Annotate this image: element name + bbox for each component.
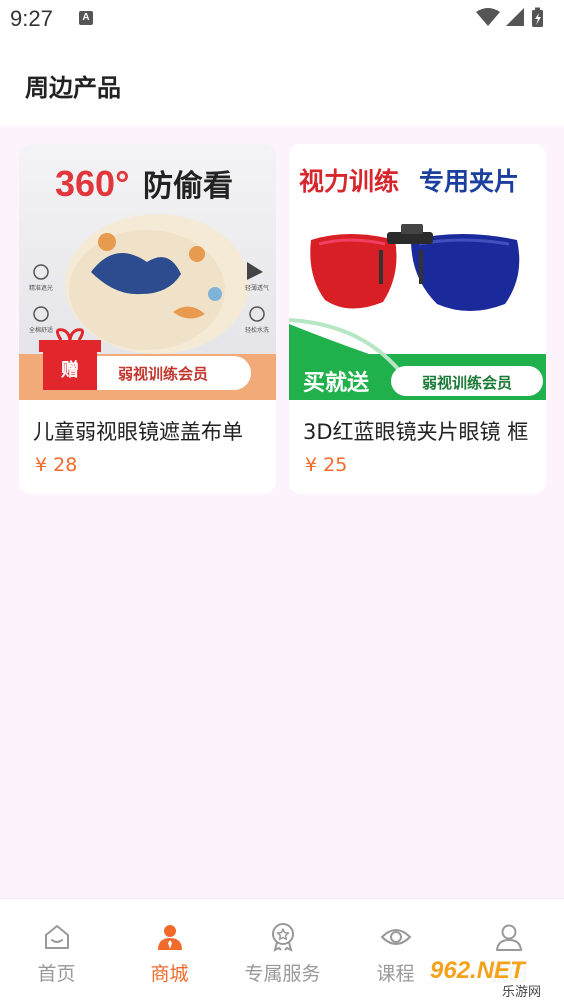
signal-battery-icons [476,7,543,27]
product-image-3d-clip: 视力训练 专用夹片 弱视训练会员 买就送 [289,144,546,400]
product-grid: 360° 防偷看 精准遮光 全棉舒适 轻薄透气 轻松水洗 弱视训练会员 赠 儿童… [0,126,564,898]
product-name: 儿童弱视眼镜遮盖布单 [33,420,243,444]
home-icon [44,925,69,949]
svg-text:乐游网: 乐游网 [502,985,541,1000]
notification-a-icon: A [79,11,93,25]
product-price: ¥ 28 [35,454,78,476]
svg-text:轻薄透气: 轻薄透气 [245,284,269,292]
svg-text:精准遮光: 精准遮光 [29,284,53,292]
header: 周边产品 [0,40,564,126]
status-bar: 9:27 A [0,0,564,40]
img-promo: 买就送 [303,370,369,396]
tab-label: 商城 [150,963,189,985]
product-card[interactable]: 360° 防偷看 精准遮光 全棉舒适 轻薄透气 轻松水洗 弱视训练会员 赠 儿童… [19,144,276,494]
badge-icon [271,923,294,952]
svg-text:轻松水洗: 轻松水洗 [245,326,269,334]
tab-label: 首页 [37,963,76,985]
battery-icon [532,7,543,27]
product-name: 3D红蓝眼镜夹片眼镜 框 [303,420,529,444]
product-price: ¥ 25 [305,454,348,476]
status-time: 9:27 [10,6,53,31]
site-watermark-logo: 962.NET 乐游网 [424,952,560,1000]
tab-shop[interactable]: 商城 [113,899,226,1004]
svg-text:全棉舒适: 全棉舒适 [29,326,53,334]
img-gift-badge: 赠 [61,359,79,381]
svg-text:962.NET: 962.NET [430,957,527,984]
cell-signal-icon [506,8,524,26]
img-headline-suffix: 防偷看 [143,169,233,204]
shop-user-icon [157,925,182,950]
img-headline-b: 专用夹片 [419,167,519,196]
img-headline: 360° [55,163,129,204]
wifi-icon [476,8,500,26]
page-title: 周边产品 [25,74,121,102]
profile-icon [495,924,522,951]
eye-icon [380,929,411,945]
product-image-eye-patch: 360° 防偷看 精准遮光 全棉舒适 轻薄透气 轻松水洗 弱视训练会员 赠 [19,144,276,400]
tab-label: 专属服务 [244,963,321,985]
tab-home[interactable]: 首页 [0,899,113,1004]
tab-exclusive-service[interactable]: 专属服务 [226,899,339,1004]
img-headline-a: 视力训练 [299,167,399,196]
img-ribbon: 弱视训练会员 [422,374,512,392]
img-ribbon: 弱视训练会员 [118,365,208,383]
product-card[interactable]: 视力训练 专用夹片 弱视训练会员 买就送 3D红蓝眼镜夹片眼镜 框 ¥ 25 [289,144,546,494]
